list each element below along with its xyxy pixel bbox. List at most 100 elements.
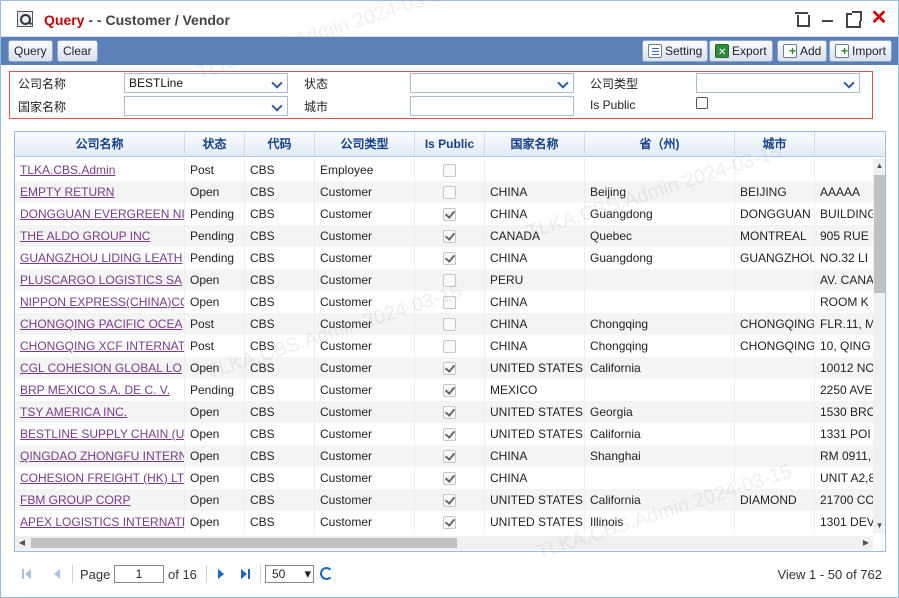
table-cell: California (585, 423, 735, 445)
column-header[interactable]: 代码 (245, 132, 315, 157)
company-name-link[interactable]: APEX LOGISTICS INTERNATI (15, 511, 185, 533)
import-document-icon (835, 44, 849, 58)
scroll-left-icon[interactable]: ◀ (15, 536, 29, 550)
table-row[interactable]: COHESION FREIGHT (HK) LT Open CBS Customer C… (15, 467, 873, 489)
table-row[interactable]: BESTLINE SUPPLY CHAIN (U Open CBS Customer U… (15, 423, 873, 445)
chevron-down-icon[interactable] (269, 98, 285, 114)
setting-button[interactable]: Setting (642, 40, 709, 62)
table-cell (815, 159, 873, 181)
page-size-select[interactable]: 50 (265, 565, 314, 583)
company-name-link[interactable]: FBM GROUP CORP (15, 489, 185, 511)
chevron-down-icon[interactable] (841, 75, 857, 91)
company-name-link[interactable]: QINGDAO ZHONGFU INTERN (15, 445, 185, 467)
toolbar: Query Clear Setting Export Add Import (1, 37, 898, 65)
is-public-cell (415, 269, 485, 291)
table-cell: Shanghai (585, 445, 735, 467)
company-name-link[interactable]: TLKA.CBS.Admin (15, 159, 185, 181)
table-row[interactable]: GUANGZHOU LIDING LEATH Pending CBS Customer… (15, 247, 873, 269)
table-row[interactable]: CHONGQING XCF INTERNAT Post CBS Customer CHI… (15, 335, 873, 357)
company-name-select[interactable]: BESTLine (124, 73, 288, 93)
is-public-checkbox (443, 186, 456, 199)
table-cell: 10012 NO (815, 357, 873, 379)
table-cell: Chongqing (585, 313, 735, 335)
maximize-icon[interactable] (843, 10, 862, 28)
status-select[interactable] (410, 73, 574, 93)
page-input[interactable]: 1 (114, 565, 164, 583)
table-row[interactable]: DONGGUAN EVERGREEN NI Pending CBS Customer C… (15, 203, 873, 225)
minimize-icon[interactable] (818, 10, 836, 28)
company-name-link[interactable]: PLUSCARGO LOGISTICS SA (15, 269, 185, 291)
table-cell: DONGGUAN (735, 203, 815, 225)
table-row[interactable]: QINGDAO ZHONGFU INTERN Open CBS Customer CHI… (15, 445, 873, 467)
company-name-link[interactable]: BRP MEXICO S.A. DE C. V. (15, 379, 185, 401)
next-page-icon[interactable] (214, 567, 228, 581)
import-button[interactable]: Import (829, 40, 893, 62)
company-name-link[interactable]: CHONGQING XCF INTERNAT (15, 335, 185, 357)
add-label: Add (800, 44, 822, 58)
table-row[interactable]: APEX LOGISTICS INTERNATI Open CBS Customer U… (15, 511, 873, 533)
prev-page-icon[interactable] (50, 567, 64, 581)
is-public-checkbox (443, 472, 456, 485)
page-label: Page (80, 567, 111, 582)
scroll-down-icon[interactable]: ▼ (873, 519, 885, 533)
last-page-icon[interactable] (238, 567, 252, 581)
column-header[interactable]: 公司类型 (315, 132, 415, 157)
close-icon[interactable]: ✕ (870, 8, 888, 28)
pager-divider (72, 565, 73, 583)
column-header[interactable]: 省（州) (585, 132, 735, 157)
company-name-link[interactable]: CHONGQING PACIFIC OCEA (15, 313, 185, 335)
setting-label: Setting (665, 44, 703, 58)
table-row[interactable]: NIPPON EXPRESS(CHINA)CO Open CBS Customer CH… (15, 291, 873, 313)
vertical-scroll-thumb[interactable] (874, 175, 885, 293)
window-title-rest: - - Customer / Vendor (84, 12, 230, 28)
table-cell: Open (185, 181, 245, 203)
company-name-link[interactable]: CGL COHESION GLOBAL LO (15, 357, 185, 379)
column-header[interactable]: Is Public (415, 132, 485, 157)
table-row[interactable]: TSY AMERICA INC. Open CBS Customer UNITED ST… (15, 401, 873, 423)
query-button[interactable]: Query (8, 40, 53, 62)
add-button[interactable]: Add (777, 40, 828, 62)
table-row[interactable]: CGL COHESION GLOBAL LO Open CBS Customer UNI… (15, 357, 873, 379)
table-row[interactable]: PLUSCARGO LOGISTICS SA Open CBS Customer PER… (15, 269, 873, 291)
scroll-right-icon[interactable]: ▶ (859, 536, 873, 550)
column-header[interactable]: 城市 (735, 132, 815, 157)
scroll-up-icon[interactable]: ▲ (873, 159, 885, 173)
country-select[interactable] (124, 96, 288, 116)
chevron-down-icon[interactable] (269, 75, 285, 91)
table-cell: 2250 AVE (815, 379, 873, 401)
table-row[interactable]: BRP MEXICO S.A. DE C. V. Pending CBS Custom… (15, 379, 873, 401)
company-name-link[interactable]: COHESION FREIGHT (HK) LT (15, 467, 185, 489)
company-name-link[interactable]: BESTLINE SUPPLY CHAIN (U (15, 423, 185, 445)
chevron-down-icon[interactable] (555, 75, 571, 91)
is-public-checkbox[interactable] (696, 97, 708, 109)
table-cell: BEIJING (735, 181, 815, 203)
company-name-link[interactable]: TSY AMERICA INC. (15, 401, 185, 423)
refresh-icon[interactable] (320, 567, 333, 580)
company-name-link[interactable]: NIPPON EXPRESS(CHINA)CO (15, 291, 185, 313)
horizontal-scroll-thumb[interactable] (31, 538, 457, 548)
table-row[interactable]: CHONGQING PACIFIC OCEA Post CBS Customer CHI… (15, 313, 873, 335)
export-button[interactable]: Export (709, 40, 773, 63)
trash-icon[interactable] (793, 10, 811, 28)
city-input[interactable] (410, 96, 574, 116)
table-row[interactable]: EMPTY RETURN Open CBS Customer CHINA Beijing B… (15, 181, 873, 203)
table-cell: CBS (245, 445, 315, 467)
column-header[interactable]: 状态 (185, 132, 245, 157)
column-header[interactable]: 国家名称 (485, 132, 585, 157)
clear-button[interactable]: Clear (57, 40, 98, 62)
table-row[interactable]: THE ALDO GROUP INC Pending CBS Customer CANA… (15, 225, 873, 247)
table-cell: CHINA (485, 181, 585, 203)
company-name-link[interactable]: GUANGZHOU LIDING LEATH (15, 247, 185, 269)
table-row[interactable]: FBM GROUP CORP Open CBS Customer UNITED STAT… (15, 489, 873, 511)
company-name-link[interactable]: EMPTY RETURN (15, 181, 185, 203)
first-page-icon[interactable] (20, 567, 34, 581)
table-row[interactable]: TLKA.CBS.Admin Post CBS Employee (15, 159, 873, 181)
company-name-link[interactable]: DONGGUAN EVERGREEN NI (15, 203, 185, 225)
company-type-select[interactable] (696, 73, 860, 93)
horizontal-scrollbar[interactable]: ◀ ▶ (15, 536, 873, 550)
is-public-cell (415, 335, 485, 357)
column-header[interactable]: 公司名称 (15, 132, 185, 157)
company-name-link[interactable]: THE ALDO GROUP INC (15, 225, 185, 247)
column-header[interactable] (815, 132, 885, 157)
vertical-scrollbar[interactable]: ▲ ▼ (873, 159, 885, 533)
